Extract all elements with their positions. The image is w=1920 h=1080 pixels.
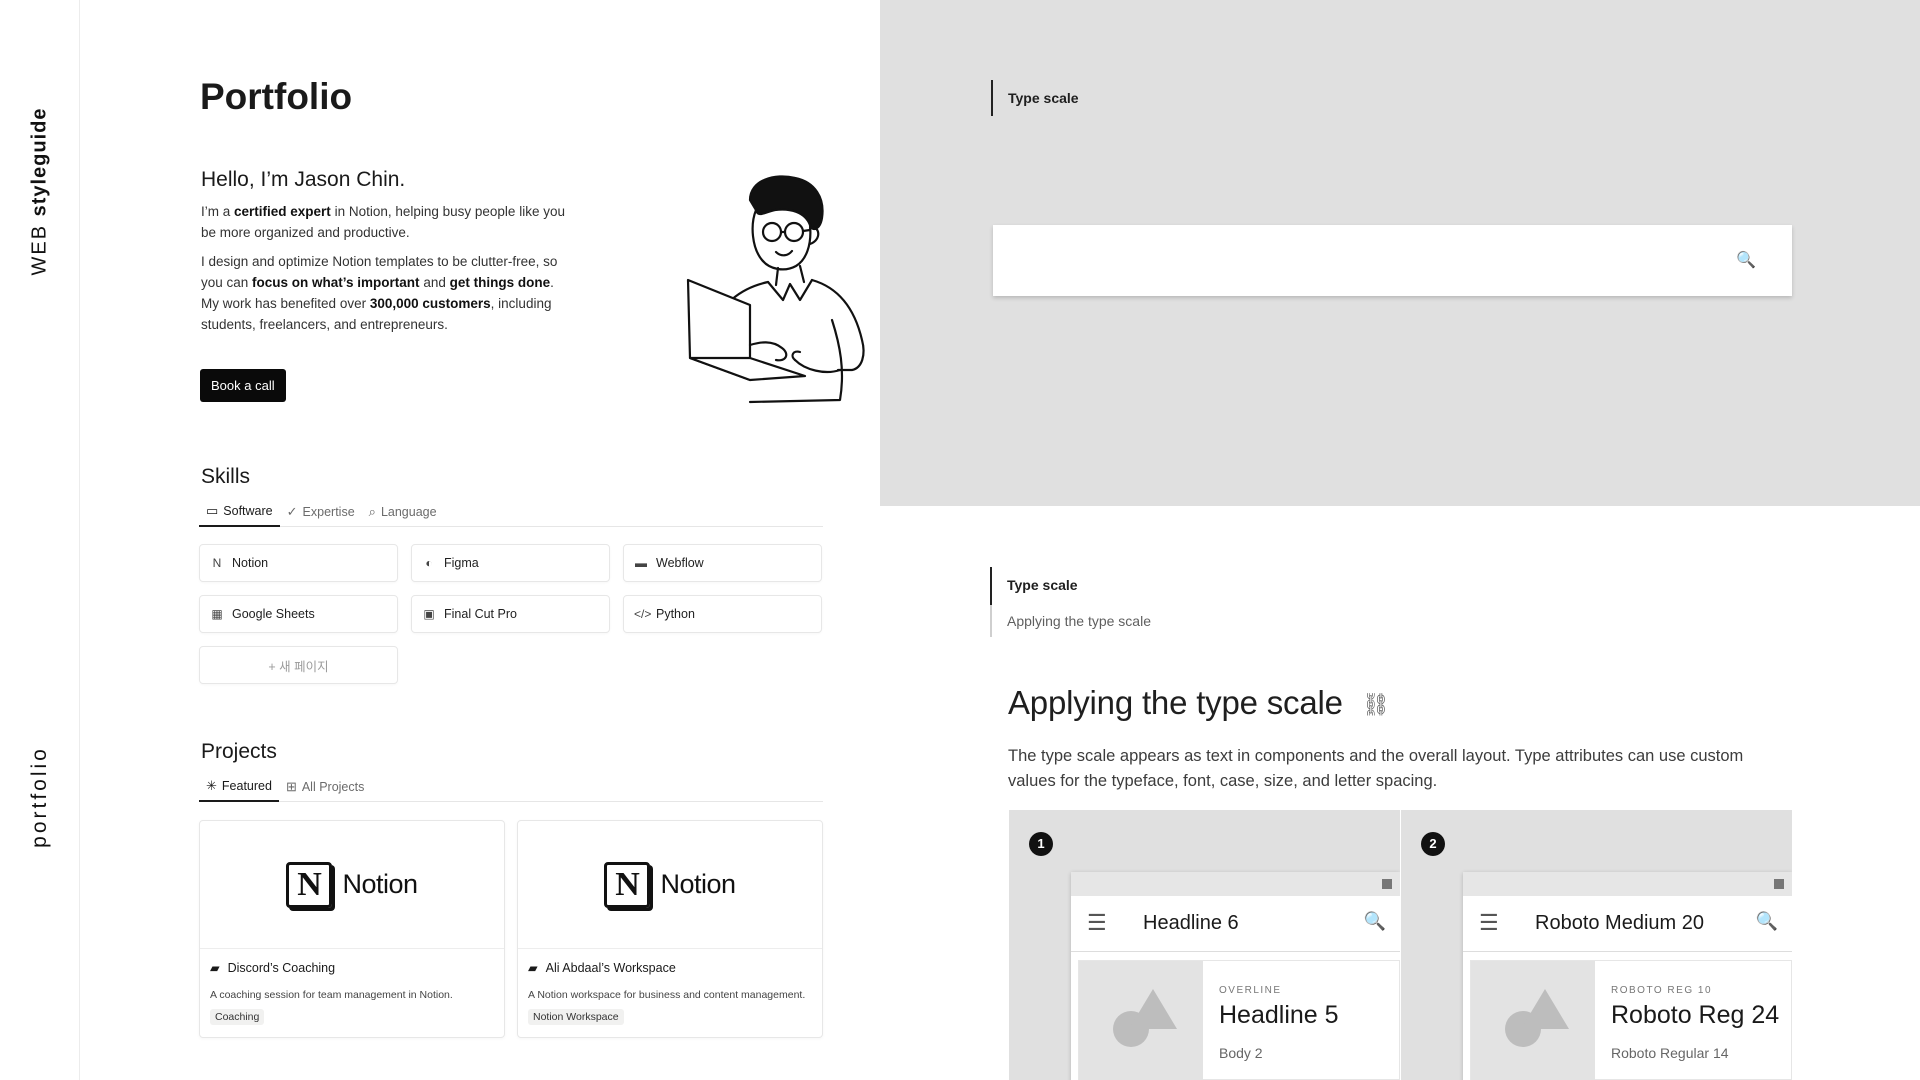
card-headline: Roboto Reg 24	[1611, 1001, 1780, 1029]
side-rail: WEB styleguide portfolio	[0, 0, 80, 1080]
status-indicator-icon	[1382, 879, 1392, 889]
intro-paragraph-2: I design and optimize Notion templates t…	[201, 254, 558, 332]
projects-title: Projects	[201, 740, 277, 763]
search-bar[interactable]: 🔍	[993, 225, 1792, 296]
notion-wordmark: Notion	[660, 869, 736, 899]
menu-icon[interactable]: ☰	[1479, 910, 1499, 936]
intro-paragraph-1: I’m a certified expert in Notion, helpin…	[201, 204, 565, 240]
project-title: ▰ Discord’s Coaching	[210, 960, 336, 976]
status-bar	[1463, 872, 1792, 896]
type-scale-label: Type scale	[991, 80, 1079, 116]
step-number-badge: 2	[1421, 832, 1445, 856]
tab-language[interactable]: ⌕ Language	[362, 497, 444, 527]
menu-icon[interactable]: ☰	[1087, 910, 1107, 936]
notion-logo-icon: N	[286, 861, 333, 908]
palette-icon: ◐	[425, 556, 433, 570]
project-description: A Notion workspace for business and cont…	[528, 989, 806, 1001]
tab-software[interactable]: ▭ Software	[199, 497, 280, 527]
step-number-badge: 1	[1029, 832, 1053, 856]
clapperboard-icon: ▣	[423, 607, 435, 621]
project-card-discord-coaching[interactable]: N Notion ▰ Discord’s Coaching A coaching…	[199, 820, 505, 1038]
project-card-ali-abdaal-workspace[interactable]: N Notion ▰ Ali Abdaal’s Workspace A Noti…	[517, 820, 823, 1038]
phone-mockup: ☰ Headline 6 🔍 OVERLINE Headline 5 Body …	[1071, 872, 1400, 1080]
list-card[interactable]: OVERLINE Headline 5 Body 2	[1078, 960, 1400, 1080]
skill-card-google-sheets[interactable]: ▦ Google Sheets	[199, 595, 398, 633]
code-icon: </>	[634, 607, 652, 621]
page-title: Portfolio	[200, 76, 353, 117]
grid-icon: ⊞	[285, 779, 297, 794]
notion-wordmark: Notion	[342, 869, 418, 899]
sparkle-icon: ✳	[206, 778, 217, 793]
type-scale-demo-2: 2 ☰ Roboto Medium 20 🔍 ROBOTO REG 10 Rob…	[1401, 810, 1792, 1080]
person-with-laptop-illustration	[686, 175, 865, 404]
app-bar-title: Headline 6	[1143, 912, 1239, 934]
overline-text: ROBOTO REG 10	[1611, 985, 1713, 996]
link-icon[interactable]: ⛓	[1362, 692, 1390, 718]
notion-icon: N	[212, 556, 222, 570]
project-description: A coaching session for team management i…	[210, 989, 453, 1001]
app-bar-title: Roboto Medium 20	[1535, 912, 1704, 934]
project-cover: N Notion	[518, 821, 822, 949]
table-icon: ▦	[211, 607, 223, 621]
search-icon[interactable]: 🔍	[1364, 911, 1386, 932]
chat-bubbles-icon: ⌕	[368, 504, 376, 519]
search-icon[interactable]: 🔍	[1756, 911, 1778, 932]
list-card[interactable]: ROBOTO REG 10 Roboto Reg 24 Roboto Regul…	[1470, 960, 1792, 1080]
folder-icon: ▰	[210, 961, 220, 975]
status-bar	[1071, 872, 1400, 896]
section-description: The type scale appears as text in compon…	[1008, 747, 1744, 790]
projects-tabs: ✳ Featured ⊞ All Projects	[199, 772, 823, 802]
caption-divider	[990, 605, 992, 637]
overline-text: OVERLINE	[1219, 985, 1282, 996]
caption-title: Type scale	[1007, 577, 1078, 593]
laptop-icon: ▬	[635, 556, 647, 570]
tab-all-projects[interactable]: ⊞ All Projects	[279, 772, 371, 802]
window-icon: ▭	[206, 503, 219, 518]
skill-card-python[interactable]: </> Python	[623, 595, 822, 633]
card-headline: Headline 5	[1219, 1001, 1339, 1029]
skills-tabs: ▭ Software ✓ Expertise ⌕ Language	[199, 497, 823, 527]
skills-title: Skills	[201, 465, 251, 488]
project-tag: Notion Workspace	[528, 1009, 624, 1025]
portfolio-panel: Portfolio Hello, I’m Jason Chin. I’m a c…	[80, 0, 880, 1080]
app-bar: ☰ Roboto Medium 20 🔍	[1463, 896, 1792, 952]
card-body-text: Roboto Regular 14	[1611, 1045, 1729, 1061]
hello-heading: Hello, I’m Jason Chin.	[201, 168, 406, 191]
type-scale-demo-1: 1 ☰ Headline 6 🔍 OVERLINE Headline 5 Bod…	[1009, 810, 1400, 1080]
styleguide-search-preview: Type scale 🔍	[880, 0, 1920, 506]
skill-card-final-cut-pro[interactable]: ▣ Final Cut Pro	[411, 595, 610, 633]
rail-portfolio-label[interactable]: portfolio	[28, 746, 52, 848]
rail-styleguide-label[interactable]: WEB styleguide	[29, 107, 52, 275]
status-indicator-icon	[1774, 879, 1784, 889]
image-placeholder-icon	[1079, 961, 1203, 1080]
caption-subtitle: Applying the type scale	[1007, 613, 1151, 629]
book-a-call-button[interactable]: Book a call	[200, 369, 286, 402]
notion-logo-icon: N	[604, 861, 651, 908]
app-bar: ☰ Headline 6 🔍	[1071, 896, 1400, 952]
skill-card-webflow[interactable]: ▬ Webflow	[623, 544, 822, 582]
rail-styleguide-text: styleguide	[28, 107, 51, 217]
tab-expertise[interactable]: ✓ Expertise	[280, 497, 362, 527]
type-scale-caption: Type scale Applying the type scale	[990, 567, 1151, 637]
card-body-text: Body 2	[1219, 1045, 1263, 1061]
folder-icon: ▰	[528, 961, 538, 975]
rail-web-text: WEB	[28, 216, 51, 276]
image-placeholder-icon	[1471, 961, 1595, 1080]
tab-featured[interactable]: ✳ Featured	[199, 772, 279, 802]
skill-card-notion[interactable]: N Notion	[199, 544, 398, 582]
project-tag: Coaching	[210, 1009, 265, 1025]
search-icon[interactable]: 🔍	[1736, 250, 1756, 270]
project-cover: N Notion	[200, 821, 504, 949]
phone-mockup: ☰ Roboto Medium 20 🔍 ROBOTO REG 10 Robot…	[1463, 872, 1792, 1080]
styleguide-type-scale-section: Type scale Applying the type scale Apply…	[880, 506, 1920, 1080]
section-heading: Applying the type scale	[1008, 684, 1343, 721]
skill-card-figma[interactable]: ◐ Figma	[411, 544, 610, 582]
badge-check-icon: ✓	[286, 504, 298, 519]
project-title: ▰ Ali Abdaal’s Workspace	[528, 960, 676, 976]
new-page-button[interactable]: + 새 페이지	[199, 646, 398, 684]
